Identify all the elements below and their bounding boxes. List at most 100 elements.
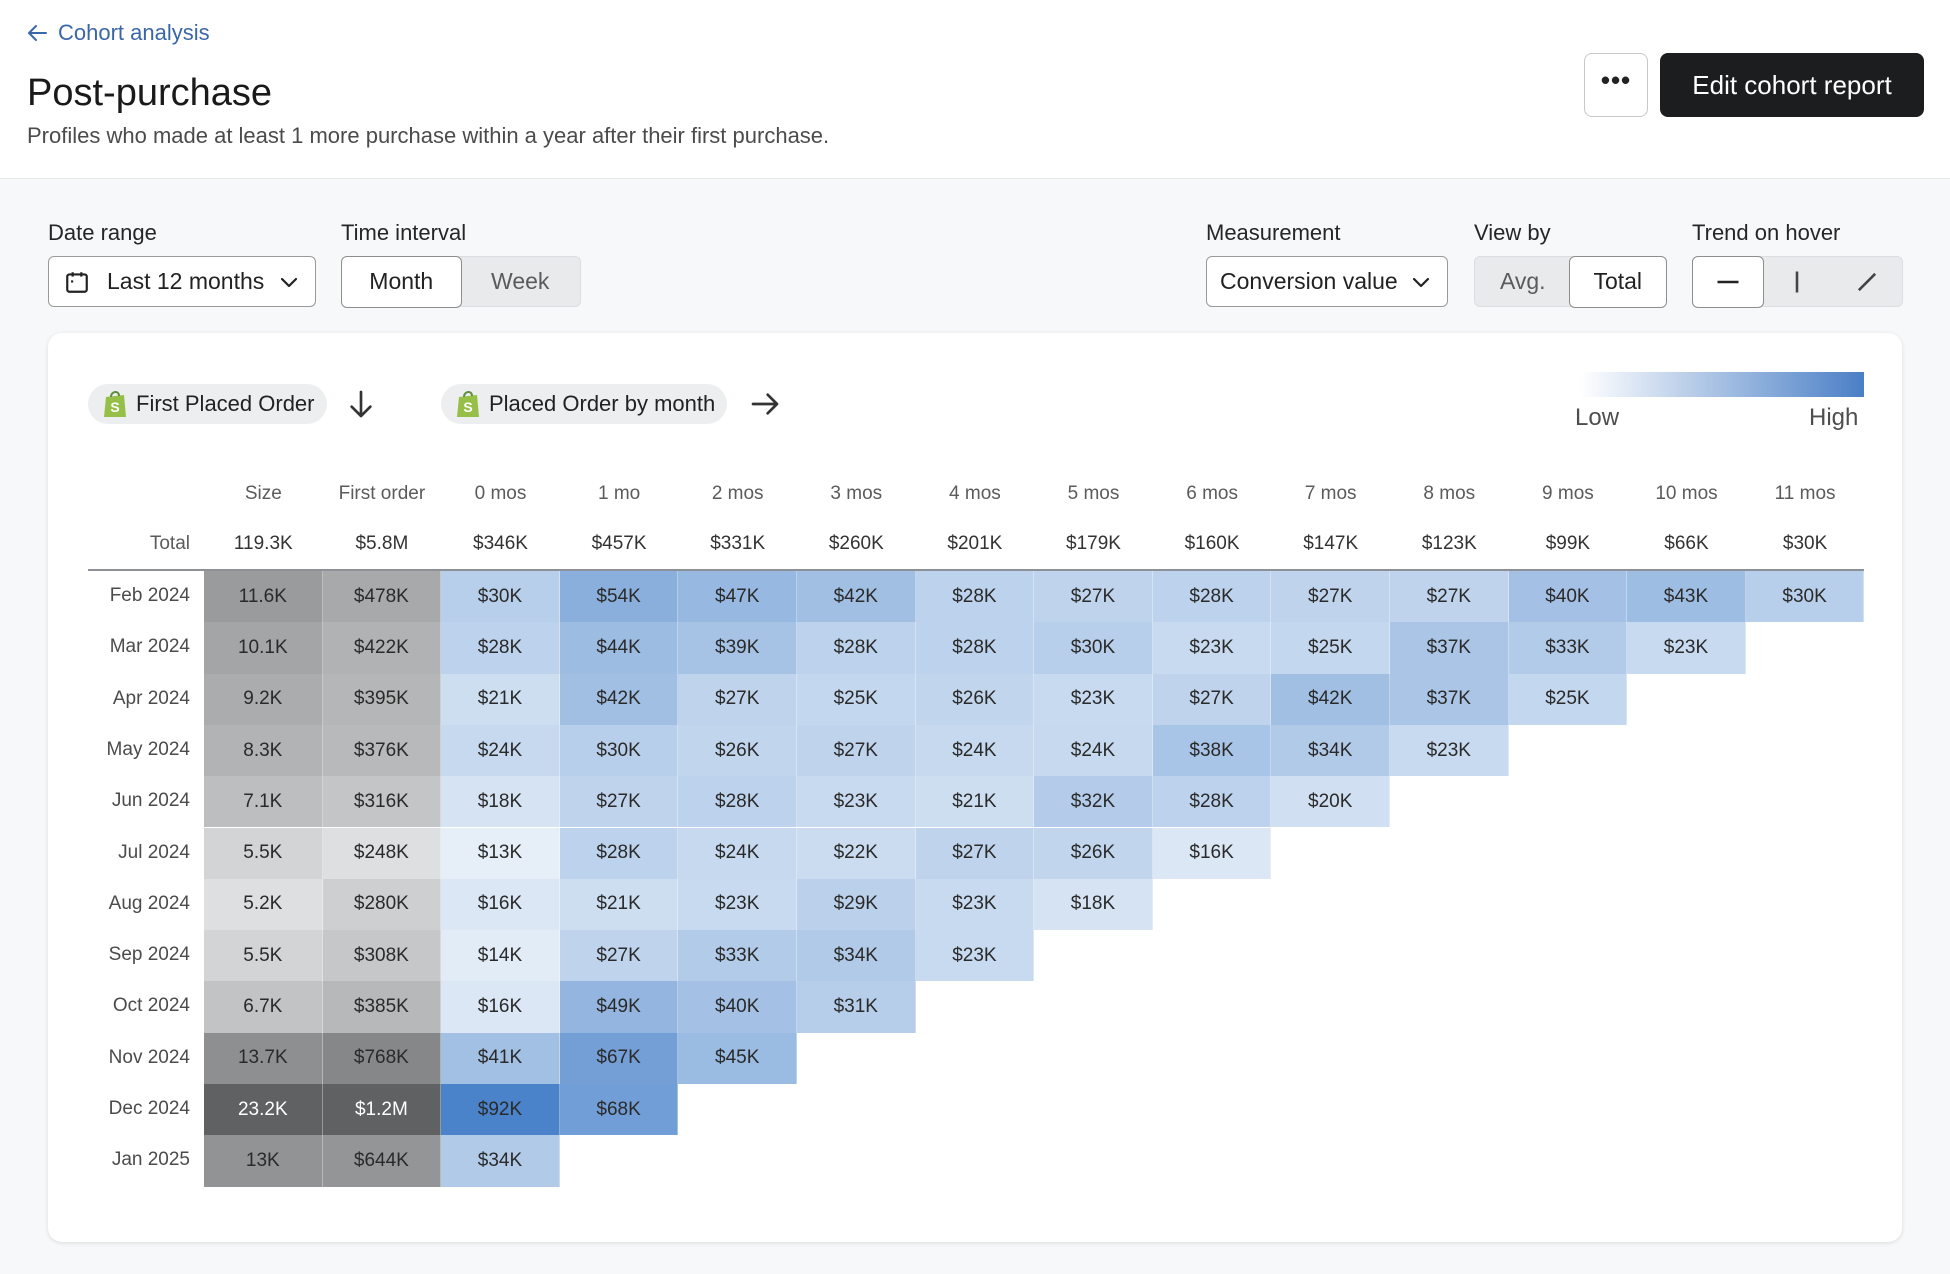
heatmap-cell[interactable]: $16K <box>1152 827 1272 879</box>
trend-vertical-button[interactable] <box>1762 257 1832 306</box>
first-order-cell[interactable]: $478K <box>322 571 442 623</box>
heatmap-cell[interactable]: $30K <box>559 724 679 777</box>
trend-diagonal-button[interactable] <box>1832 257 1902 306</box>
size-cell[interactable]: 13.7K <box>204 1032 323 1084</box>
heatmap-cell[interactable]: $27K <box>797 724 916 777</box>
heatmap-cell[interactable]: $22K <box>797 827 916 879</box>
heatmap-cell[interactable]: $28K <box>797 622 916 674</box>
first-order-cell[interactable]: $385K <box>322 981 442 1033</box>
heatmap-cell[interactable]: $27K <box>678 673 797 725</box>
heatmap-cell[interactable]: $34K <box>441 1135 560 1187</box>
heatmap-cell[interactable]: $44K <box>559 622 679 674</box>
heatmap-cell[interactable]: $23K <box>915 878 1035 931</box>
first-order-cell[interactable]: $1.2M <box>322 1084 442 1136</box>
size-cell[interactable]: 5.5K <box>204 930 323 982</box>
time-interval-month[interactable]: Month <box>340 255 462 308</box>
heatmap-cell[interactable]: $13K <box>441 827 560 879</box>
heatmap-cell[interactable]: $47K <box>678 571 797 623</box>
heatmap-cell[interactable]: $27K <box>559 776 679 828</box>
heatmap-cell[interactable]: $54K <box>559 571 679 623</box>
heatmap-cell[interactable]: $24K <box>441 724 560 777</box>
view-by-total[interactable]: Total <box>1569 255 1667 308</box>
heatmap-cell[interactable]: $33K <box>1508 622 1628 674</box>
heatmap-cell[interactable]: $14K <box>441 930 560 982</box>
heatmap-cell[interactable]: $27K <box>915 827 1035 879</box>
heatmap-cell[interactable]: $28K <box>1152 776 1272 828</box>
heatmap-cell[interactable]: $18K <box>1034 878 1153 931</box>
heatmap-cell[interactable]: $34K <box>797 930 916 982</box>
first-order-cell[interactable]: $395K <box>322 673 442 725</box>
heatmap-cell[interactable]: $24K <box>915 724 1035 777</box>
heatmap-cell[interactable]: $40K <box>678 981 797 1033</box>
heatmap-cell[interactable]: $28K <box>441 622 560 674</box>
heatmap-cell[interactable]: $43K <box>1627 571 1746 623</box>
heatmap-cell[interactable]: $67K <box>559 1032 679 1084</box>
first-order-cell[interactable]: $248K <box>322 827 442 879</box>
heatmap-cell[interactable]: $40K <box>1508 571 1628 623</box>
heatmap-cell[interactable]: $18K <box>441 776 560 828</box>
heatmap-cell[interactable]: $21K <box>915 776 1035 828</box>
heatmap-cell[interactable]: $27K <box>1390 571 1509 623</box>
heatmap-cell[interactable]: $23K <box>915 930 1035 982</box>
heatmap-cell[interactable]: $25K <box>1508 673 1628 725</box>
heatmap-cell[interactable]: $27K <box>559 930 679 982</box>
first-order-cell[interactable]: $308K <box>322 930 442 982</box>
size-cell[interactable]: 9.2K <box>204 673 323 725</box>
heatmap-cell[interactable]: $38K <box>1152 724 1272 777</box>
heatmap-cell[interactable]: $28K <box>678 776 797 828</box>
heatmap-cell[interactable]: $26K <box>1034 827 1153 879</box>
trend-horizontal-button[interactable] <box>1691 255 1764 308</box>
heatmap-cell[interactable]: $23K <box>1152 622 1272 674</box>
first-order-cell[interactable]: $316K <box>322 776 442 828</box>
date-range-dropdown[interactable]: Last 12 months <box>48 256 316 307</box>
heatmap-cell[interactable]: $34K <box>1271 724 1390 777</box>
time-interval-week[interactable]: Week <box>461 257 581 306</box>
size-cell[interactable]: 6.7K <box>204 981 323 1033</box>
heatmap-cell[interactable]: $20K <box>1271 776 1390 828</box>
measurement-dropdown[interactable]: Conversion value <box>1206 256 1448 307</box>
heatmap-cell[interactable]: $29K <box>797 878 916 931</box>
heatmap-cell[interactable]: $16K <box>441 981 560 1033</box>
heatmap-cell[interactable]: $30K <box>1745 571 1865 623</box>
first-order-cell[interactable]: $376K <box>322 724 442 777</box>
row-metric-chip[interactable]: S First Placed Order <box>88 384 327 424</box>
heatmap-cell[interactable]: $26K <box>915 673 1035 725</box>
heatmap-cell[interactable]: $25K <box>1271 622 1390 674</box>
heatmap-cell[interactable]: $30K <box>1034 622 1153 674</box>
size-cell[interactable]: 8.3K <box>204 724 323 777</box>
first-order-cell[interactable]: $768K <box>322 1032 442 1084</box>
heatmap-cell[interactable]: $26K <box>678 724 797 777</box>
first-order-cell[interactable]: $422K <box>322 622 442 674</box>
heatmap-cell[interactable]: $30K <box>441 571 560 623</box>
heatmap-cell[interactable]: $42K <box>797 571 916 623</box>
heatmap-cell[interactable]: $42K <box>1271 673 1390 725</box>
heatmap-cell[interactable]: $28K <box>1152 571 1272 623</box>
heatmap-cell[interactable]: $23K <box>678 878 797 931</box>
heatmap-cell[interactable]: $24K <box>1034 724 1153 777</box>
heatmap-cell[interactable]: $45K <box>678 1032 797 1084</box>
heatmap-cell[interactable]: $16K <box>441 878 560 931</box>
heatmap-cell[interactable]: $49K <box>559 981 679 1033</box>
heatmap-cell[interactable]: $23K <box>1627 622 1746 674</box>
heatmap-cell[interactable]: $28K <box>915 622 1035 674</box>
heatmap-cell[interactable]: $41K <box>441 1032 560 1084</box>
size-cell[interactable]: 11.6K <box>204 571 323 623</box>
heatmap-cell[interactable]: $23K <box>797 776 916 828</box>
heatmap-cell[interactable]: $24K <box>678 827 797 879</box>
view-by-avg[interactable]: Avg. <box>1475 257 1571 306</box>
heatmap-cell[interactable]: $28K <box>915 571 1035 623</box>
size-cell[interactable]: 10.1K <box>204 622 323 674</box>
heatmap-cell[interactable]: $23K <box>1034 673 1153 725</box>
size-cell[interactable]: 5.5K <box>204 827 323 879</box>
heatmap-cell[interactable]: $37K <box>1390 673 1509 725</box>
size-cell[interactable]: 7.1K <box>204 776 323 828</box>
column-metric-chip[interactable]: S Placed Order by month <box>441 384 728 424</box>
heatmap-cell[interactable]: $28K <box>559 827 679 879</box>
size-cell[interactable]: 13K <box>204 1135 323 1187</box>
first-order-cell[interactable]: $644K <box>322 1135 442 1187</box>
edit-cohort-report-button[interactable]: Edit cohort report <box>1660 53 1924 117</box>
heatmap-cell[interactable]: $27K <box>1034 571 1153 623</box>
back-link[interactable]: Cohort analysis <box>26 20 210 46</box>
heatmap-cell[interactable]: $23K <box>1390 724 1509 777</box>
heatmap-cell[interactable]: $21K <box>441 673 560 725</box>
